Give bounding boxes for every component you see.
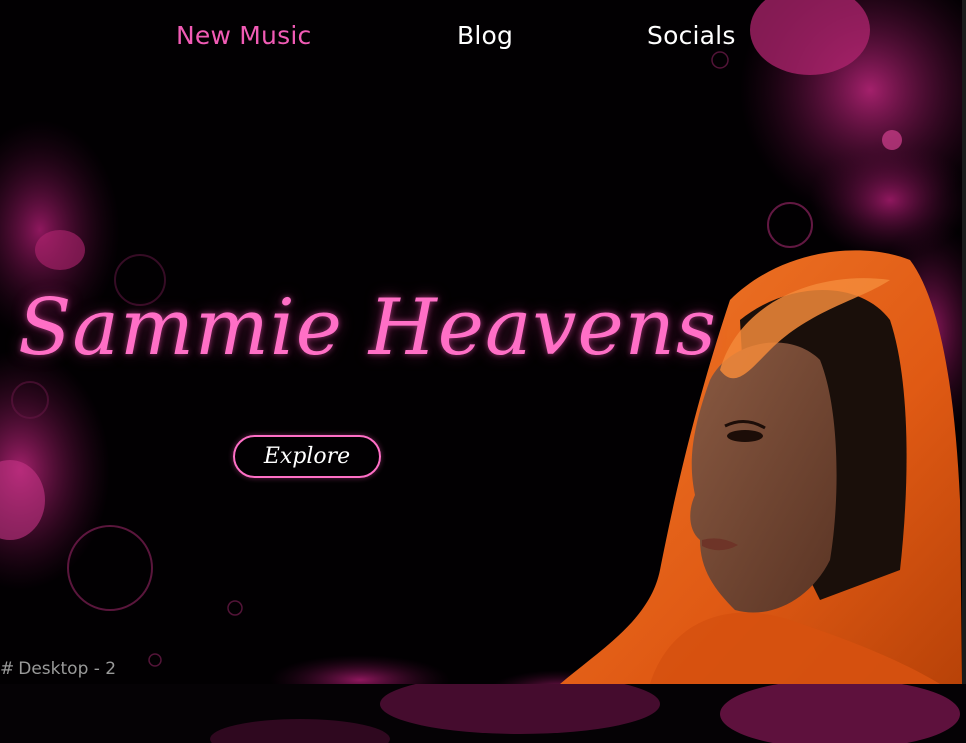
hero-title: Sammie Heavens bbox=[18, 283, 717, 373]
next-frame-preview bbox=[0, 684, 966, 743]
frame-icon: # bbox=[0, 659, 15, 679]
nav-blog[interactable]: Blog bbox=[457, 21, 513, 50]
explore-button[interactable]: Explore bbox=[233, 435, 381, 478]
frame-edge bbox=[962, 0, 966, 684]
nav-socials[interactable]: Socials bbox=[647, 21, 736, 50]
nav-new-music[interactable]: New Music bbox=[176, 21, 311, 50]
ink-splash-strip bbox=[210, 684, 960, 743]
frame-label[interactable]: # Desktop - 2 bbox=[0, 659, 116, 679]
frame-label-text: Desktop - 2 bbox=[18, 659, 117, 679]
design-frame: New Music Blog Socials Sammie Heavens Ex… bbox=[0, 0, 962, 684]
